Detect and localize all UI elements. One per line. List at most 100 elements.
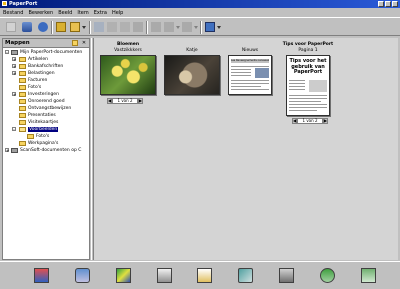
expand-toggle[interactable]: +	[12, 64, 16, 69]
mail-icon[interactable]	[75, 268, 90, 283]
item-pager: ◀ 1 van 2 ▶	[107, 98, 143, 104]
annotate-icon[interactable]	[164, 22, 174, 32]
folder-icon	[19, 91, 26, 97]
menu-item[interactable]: Item	[77, 10, 88, 16]
expand-toggle[interactable]: +	[12, 92, 16, 97]
tree-item-scansoft[interactable]: ScanSoft-documenten op C	[11, 147, 81, 153]
folder-icon	[19, 105, 26, 111]
maximize-button[interactable]	[385, 1, 391, 7]
scan-document-icon[interactable]	[238, 268, 253, 283]
tree-item-belastingen[interactable]: Belastingen	[19, 70, 55, 76]
expand-toggle[interactable]: -	[5, 50, 9, 55]
print-dropdown-icon[interactable]	[82, 26, 86, 29]
folder-icon	[19, 63, 26, 69]
drive-icon	[11, 49, 18, 55]
cat-thumbnail[interactable]	[164, 55, 220, 95]
send-to-bar	[0, 261, 400, 289]
flowers-thumbnail[interactable]	[100, 55, 156, 95]
item-title: Bloemen	[116, 42, 140, 47]
menu-bestand[interactable]: Bestand	[3, 10, 23, 16]
folder-icon	[27, 133, 34, 139]
tree-item-facturen[interactable]: Facturen	[19, 77, 47, 83]
folder-icon	[19, 56, 26, 62]
news-thumbnail[interactable]: Les Renseignements nécessaires	[228, 55, 272, 95]
open-folder-icon	[19, 126, 26, 132]
tree-item-presentaties[interactable]: Presentaties	[19, 112, 56, 118]
expand-toggle[interactable]: +	[12, 71, 16, 76]
desktop-area: Bloemen Vastzikkkers ◀ 1 van 2 ▶ Katje N…	[94, 38, 398, 260]
tips-thumbnail[interactable]: Tips voor het gebruik van PaperPort	[286, 55, 330, 116]
menu-bewerken[interactable]: Bewerken	[28, 10, 53, 16]
expand-toggle[interactable]: -	[12, 127, 16, 132]
expand-toggle[interactable]: +	[12, 57, 16, 62]
new-icon[interactable]	[6, 22, 16, 32]
item-subtitle: Vastzikkkers	[114, 48, 142, 53]
item-tips[interactable]: Tips voor PaperPort Pagina 1 Tips voor h…	[278, 42, 338, 128]
tree-item-artikelen[interactable]: Artikelen	[19, 56, 48, 62]
page-indicator: 1 van 2	[297, 118, 323, 124]
office-icon[interactable]	[157, 268, 172, 283]
page-indicator: 1 van 2	[112, 98, 138, 104]
page-view-icon[interactable]	[56, 22, 66, 32]
news-heading: Les Renseignements nécessaires	[231, 59, 269, 63]
minimize-button[interactable]	[378, 1, 384, 7]
copy-icon[interactable]	[107, 22, 117, 32]
next-page-button[interactable]: ▶	[138, 98, 143, 104]
item-title: Tips voor PaperPort	[282, 42, 334, 47]
tree-item-fotos[interactable]: Foto's	[19, 84, 41, 90]
new-folder-icon[interactable]	[72, 40, 78, 46]
item-bloemen[interactable]: Bloemen Vastzikkkers ◀ 1 van 2 ▶	[98, 42, 158, 108]
close-button[interactable]	[392, 1, 398, 7]
word-icon[interactable]	[197, 268, 212, 283]
tree-item-ontvangstbewijzen[interactable]: Ontvangstbewijzen	[19, 105, 71, 111]
tree-item-onroerend-goed[interactable]: Onroerend goed	[19, 98, 65, 104]
folder-icon	[19, 84, 26, 90]
tree-item-visitekaartjes[interactable]: Visitekaartjes	[19, 119, 58, 125]
tree-item-bankafschriften[interactable]: Bankafschriften	[19, 63, 63, 69]
paint-icon[interactable]	[116, 268, 131, 283]
tree-item-voorbeelden-fotos[interactable]: Foto's	[27, 133, 49, 139]
folder-icon	[19, 98, 26, 104]
folders-panel-header: Mappen ✕	[3, 39, 89, 48]
undo-icon[interactable]	[133, 22, 143, 32]
print-app-icon[interactable]	[279, 268, 294, 283]
folder-icon	[19, 119, 26, 125]
item-katje[interactable]: Katje	[162, 42, 222, 108]
expand-toggle[interactable]: +	[5, 148, 9, 153]
paperport-app-icon	[2, 1, 7, 6]
tree-item-investeringen[interactable]: Investeringen	[19, 91, 59, 97]
folders-panel-title: Mappen	[5, 40, 30, 46]
next-page-button[interactable]: ▶	[323, 118, 328, 124]
menu-help[interactable]: Help	[112, 10, 123, 16]
redo-icon[interactable]	[151, 22, 161, 32]
paste-icon[interactable]	[120, 22, 130, 32]
folder-icon	[19, 140, 26, 146]
cut-icon[interactable]	[94, 22, 104, 32]
tree-item-mijn-paperport[interactable]: Mijn PaperPort-documenten	[11, 49, 82, 55]
fax-icon[interactable]	[34, 268, 49, 283]
rotate-dropdown-icon[interactable]	[194, 26, 198, 29]
view-mode-dropdown-icon[interactable]	[217, 26, 221, 29]
window-title: PaperPort	[9, 1, 38, 7]
tree-item-werkpaginas[interactable]: Werkpagina's	[19, 140, 58, 146]
rotate-icon[interactable]	[182, 22, 192, 32]
toolbar	[0, 17, 400, 36]
annotate-dropdown-icon[interactable]	[176, 26, 180, 29]
item-nieuws[interactable]: Nieuws Les Renseignements nécessaires	[226, 42, 274, 108]
recycle-icon[interactable]	[361, 268, 376, 283]
scan-icon[interactable]	[22, 22, 32, 32]
close-panel-icon[interactable]: ✕	[81, 40, 87, 46]
item-pager: ◀ 1 van 2 ▶	[292, 118, 328, 124]
menu-extra[interactable]: Extra	[94, 10, 107, 16]
view-mode-icon[interactable]	[205, 22, 215, 32]
print-icon[interactable]	[70, 22, 80, 32]
folder-icon	[19, 112, 26, 118]
title-bar: PaperPort	[0, 0, 400, 8]
tips-heading: Tips voor het gebruik van PaperPort	[289, 58, 327, 75]
folder-view-icon[interactable]	[38, 22, 48, 32]
menu-beeld[interactable]: Beeld	[58, 10, 72, 16]
tree-item-voorbeelden[interactable]: Voorbeelden	[19, 126, 59, 132]
ftp-icon[interactable]	[320, 268, 335, 283]
folder-icon	[19, 77, 26, 83]
item-subtitle: Pagina 1	[298, 48, 318, 53]
